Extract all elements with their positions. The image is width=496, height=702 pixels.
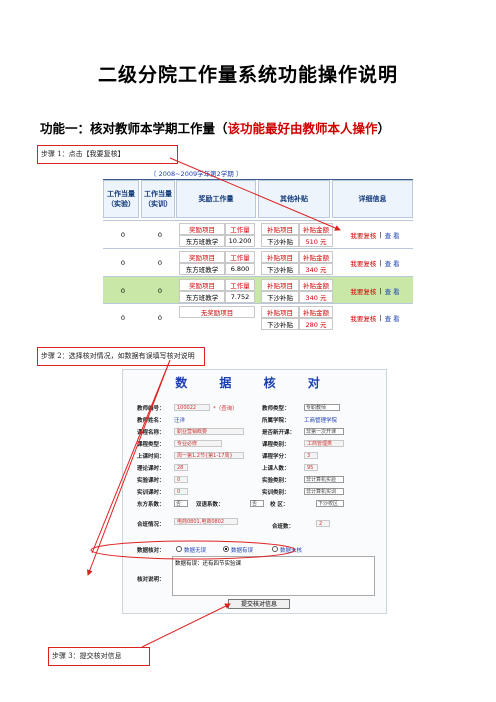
step2-arrow-choice bbox=[91, 359, 171, 554]
step1-arrow bbox=[169, 157, 341, 231]
annotation-overlay bbox=[86, 157, 341, 648]
step3-arrow bbox=[141, 603, 231, 648]
choice-highlight bbox=[90, 540, 296, 560]
